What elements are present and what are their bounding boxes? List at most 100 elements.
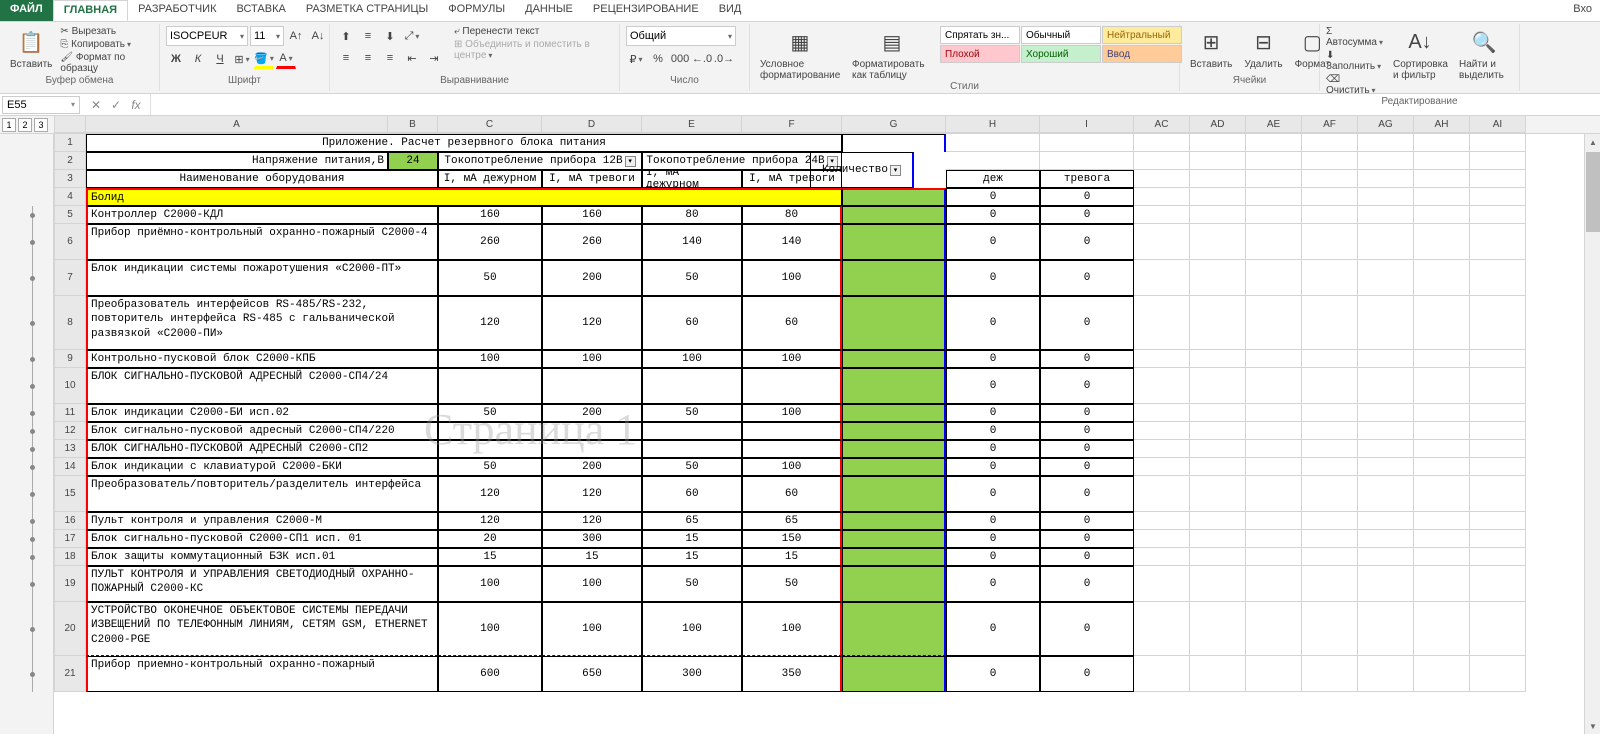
cell-h-header[interactable]: деж — [946, 170, 1040, 188]
cell-A15[interactable]: Преобразователь/повторитель/разделитель … — [86, 476, 438, 512]
cell-voltage-value[interactable]: 24 — [388, 152, 438, 170]
comma-button[interactable]: 000 — [670, 49, 690, 69]
merge-button[interactable]: ⊞ Объединить и поместить в центре — [454, 39, 613, 61]
cell-D19[interactable]: 100 — [542, 566, 642, 602]
cell-H20[interactable]: 0 — [946, 602, 1040, 656]
cell-i-header[interactable]: тревога — [1040, 170, 1134, 188]
tab-data[interactable]: ДАННЫЕ — [515, 0, 583, 21]
cell-F19[interactable]: 50 — [742, 566, 842, 602]
tab-formulas[interactable]: ФОРМУЛЫ — [438, 0, 515, 21]
cell-D15[interactable]: 120 — [542, 476, 642, 512]
cell-bolid[interactable]: Болид — [86, 188, 842, 206]
cell-E15[interactable]: 60 — [642, 476, 742, 512]
vertical-scrollbar[interactable]: ▲ ▼ — [1584, 134, 1600, 734]
cell-H21[interactable]: 0 — [946, 656, 1040, 692]
delete-cells-button[interactable]: ⊟Удалить — [1240, 26, 1286, 70]
cell-I19[interactable]: 0 — [1040, 566, 1134, 602]
cell-C17[interactable]: 20 — [438, 530, 542, 548]
cell-C7[interactable]: 50 — [438, 260, 542, 296]
cell-H18[interactable]: 0 — [946, 548, 1040, 566]
outline-dot-row-11[interactable] — [30, 411, 35, 416]
col-header-AG[interactable]: AG — [1358, 116, 1414, 133]
col-header-F[interactable]: F — [742, 116, 842, 133]
cell-E14[interactable]: 50 — [642, 458, 742, 476]
row-header-1[interactable]: 1 — [54, 134, 86, 152]
tab-review[interactable]: РЕЦЕНЗИРОВАНИЕ — [583, 0, 709, 21]
cell-E6[interactable]: 140 — [642, 224, 742, 260]
col-header-B[interactable]: B — [388, 116, 438, 133]
cell-C18[interactable]: 15 — [438, 548, 542, 566]
accept-formula-button[interactable]: ✓ — [106, 98, 126, 112]
outline-dot-row-10[interactable] — [30, 384, 35, 389]
cell-D20[interactable]: 100 — [542, 602, 642, 656]
cell-A10[interactable]: БЛОК СИГНАЛЬНО-ПУСКОВОЙ АДРЕСНЫЙ С2000-С… — [86, 368, 438, 404]
col-header-D[interactable]: D — [542, 116, 642, 133]
cell-i2[interactable]: I, мА тревоги — [542, 170, 642, 188]
cell-D6[interactable]: 260 — [542, 224, 642, 260]
cell-C12[interactable] — [438, 422, 542, 440]
cell-F6[interactable]: 140 — [742, 224, 842, 260]
tab-developer[interactable]: Разработчик — [128, 0, 226, 21]
fill-button[interactable]: ⬇ Заполнить — [1326, 50, 1385, 72]
outline-level-3[interactable]: 3 — [34, 118, 48, 132]
cell-I21[interactable]: 0 — [1040, 656, 1134, 692]
cell-C15[interactable]: 120 — [438, 476, 542, 512]
cell-title[interactable]: Приложение. Расчет резервного блока пита… — [86, 134, 842, 152]
cell-G13[interactable] — [842, 440, 946, 458]
cell-I7[interactable]: 0 — [1040, 260, 1134, 296]
cell-D18[interactable]: 15 — [542, 548, 642, 566]
cell-C21[interactable]: 600 — [438, 656, 542, 692]
cell-F18[interactable]: 15 — [742, 548, 842, 566]
cell-I10[interactable]: 0 — [1040, 368, 1134, 404]
row-header-20[interactable]: 20 — [54, 602, 86, 656]
cell-H10[interactable]: 0 — [946, 368, 1040, 404]
name-box[interactable]: E55▾ — [2, 96, 80, 114]
cell-i3[interactable]: I, мА дежурном — [642, 170, 742, 188]
cell-I13[interactable]: 0 — [1040, 440, 1134, 458]
cell-E13[interactable] — [642, 440, 742, 458]
cancel-formula-button[interactable]: ✕ — [86, 98, 106, 112]
cell-G9[interactable] — [842, 350, 946, 368]
cell-C6[interactable]: 260 — [438, 224, 542, 260]
cell-C19[interactable]: 100 — [438, 566, 542, 602]
cell-H14[interactable]: 0 — [946, 458, 1040, 476]
style-input[interactable]: Ввод — [1102, 45, 1182, 63]
cell-I5[interactable]: 0 — [1040, 206, 1134, 224]
outline-dot-row-6[interactable] — [30, 240, 35, 245]
cell-I11[interactable]: 0 — [1040, 404, 1134, 422]
cell-F8[interactable]: 60 — [742, 296, 842, 350]
spreadsheet-grid[interactable]: Страница 1 1 Приложение. Расчет резервно… — [54, 134, 1600, 734]
cell-I17[interactable]: 0 — [1040, 530, 1134, 548]
cell-F9[interactable]: 100 — [742, 350, 842, 368]
col-header-H[interactable]: H — [946, 116, 1040, 133]
cell-C13[interactable] — [438, 440, 542, 458]
row-header-11[interactable]: 11 — [54, 404, 86, 422]
row-header-4[interactable]: 4 — [54, 188, 86, 206]
cell-I9[interactable]: 0 — [1040, 350, 1134, 368]
row-header-9[interactable]: 9 — [54, 350, 86, 368]
cell-A13[interactable]: БЛОК СИГНАЛЬНО-ПУСКОВОЙ АДРЕСНЫЙ С2000-С… — [86, 440, 438, 458]
cell-E12[interactable] — [642, 422, 742, 440]
outline-dot-row-17[interactable] — [30, 537, 35, 542]
outline-level-1[interactable]: 1 — [2, 118, 16, 132]
col-header-AD[interactable]: AD — [1190, 116, 1246, 133]
cell-H17[interactable]: 0 — [946, 530, 1040, 548]
cell-E19[interactable]: 50 — [642, 566, 742, 602]
italic-button[interactable]: К — [188, 49, 208, 69]
cell-E18[interactable]: 15 — [642, 548, 742, 566]
cut-button[interactable]: ✂ Вырезать — [60, 26, 153, 37]
align-right-button[interactable]: ≡ — [380, 48, 400, 68]
style-good[interactable]: Хороший — [1021, 45, 1101, 63]
font-color-button[interactable]: A — [276, 49, 296, 69]
outline-dot-row-20[interactable] — [30, 627, 35, 632]
login-link[interactable]: Вхо — [1565, 0, 1600, 21]
outline-dot-row-9[interactable] — [30, 357, 35, 362]
row-header-5[interactable]: 5 — [54, 206, 86, 224]
cell-C16[interactable]: 120 — [438, 512, 542, 530]
row-header-19[interactable]: 19 — [54, 566, 86, 602]
autosum-button[interactable]: Σ Автосумма — [1326, 26, 1385, 48]
find-select-button[interactable]: 🔍Найти и выделить — [1455, 26, 1513, 81]
cell-G20[interactable] — [842, 602, 946, 656]
cell-D5[interactable]: 160 — [542, 206, 642, 224]
cell-H13[interactable]: 0 — [946, 440, 1040, 458]
